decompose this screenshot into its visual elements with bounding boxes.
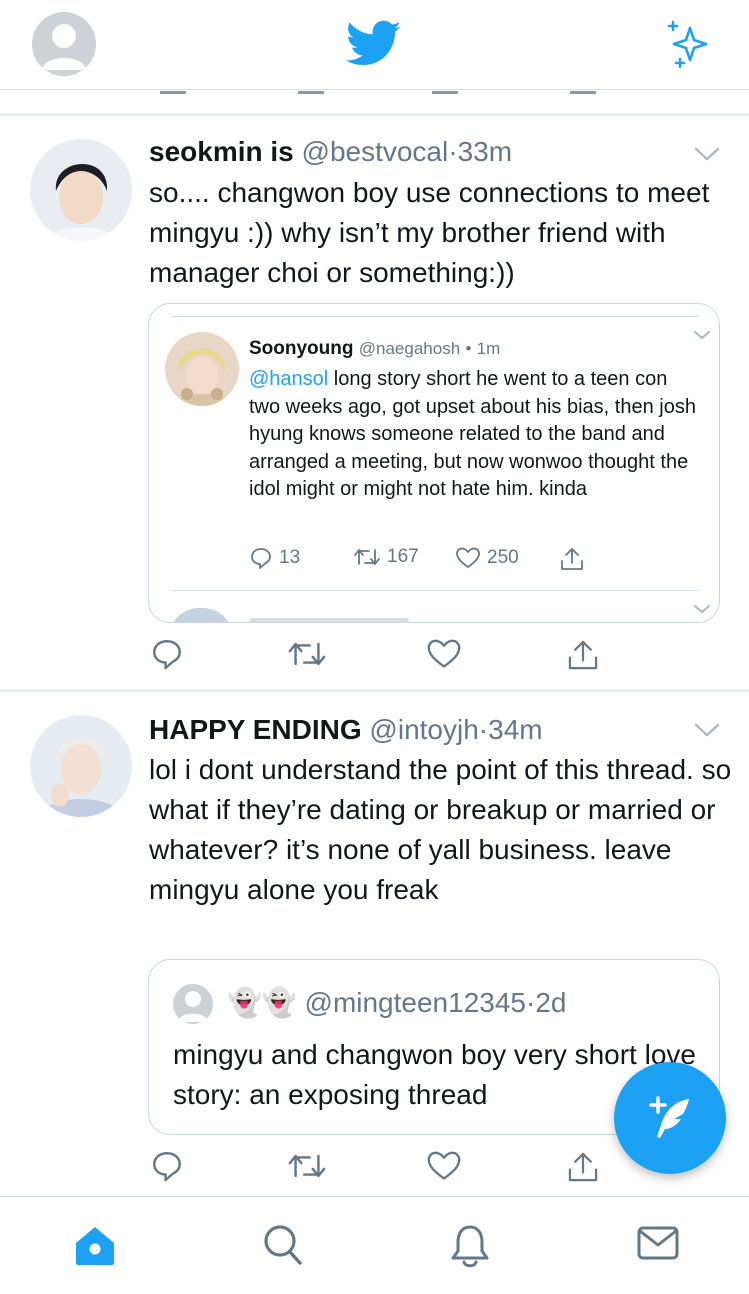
share-icon[interactable] [566,637,600,673]
messages-icon[interactable] [636,1223,680,1263]
display-name: Soonyoung [249,338,354,359]
compose-tweet-icon [649,1096,689,1138]
compose-tweet-button[interactable] [614,1062,726,1174]
avatar[interactable] [30,715,132,817]
mention-link: @hansol [249,368,329,390]
like-icon [456,547,480,568]
retweet-count-group: 167 [353,546,419,568]
chevron-down-icon [694,605,710,614]
search-icon[interactable] [262,1223,304,1267]
timestamp: 33m [457,136,513,167]
chevron-down-icon[interactable] [694,147,720,161]
handle: @naegahosh [358,339,461,358]
tweet-header: HAPPY ENDING @intoyjh·34m [149,713,543,747]
retweet-count: 167 [387,546,419,567]
default-avatar-icon [178,991,208,1022]
display-name[interactable]: HAPPY ENDING [149,714,362,745]
handle: @mingteen12345 [304,987,526,1018]
next-tweet-peek-avatar [169,608,233,622]
next-tweet-peek-text [249,618,409,622]
bottom-tab-bar [0,1196,749,1294]
timestamp: 2d [535,987,567,1018]
quoted-action-row: 13 167 250 [149,546,719,576]
separator: · [448,136,458,167]
divider [0,114,749,115]
reply-count: 13 [279,547,301,568]
handle[interactable]: @intoyjh [369,714,478,745]
handle[interactable]: @bestvocal [302,136,449,167]
reply-icon[interactable] [150,637,184,671]
quoted-text: @hansol long story short he went to a te… [249,366,699,504]
reply-icon[interactable] [150,1149,184,1183]
like-icon[interactable] [426,637,462,671]
tweet-header: seokmin is @bestvocal·33m [149,135,512,169]
previous-tweet-actions-peek [0,90,749,100]
timestamp: 1m [476,339,501,358]
top-header [0,0,749,90]
avatar[interactable] [30,139,132,241]
profile-avatar-button[interactable] [32,12,96,76]
notifications-icon[interactable] [450,1223,490,1269]
like-count: 250 [487,547,519,568]
divider [171,590,699,591]
chevron-down-icon [694,331,710,340]
like-count-group: 250 [455,546,519,570]
retweet-icon[interactable] [287,637,327,671]
timestamp: 34m [488,714,543,745]
tweet-text: so.... changwon boy use connections to m… [149,177,710,288]
avatar [165,332,239,406]
share-icon[interactable] [566,1149,600,1185]
reply-count-group: 13 [249,546,300,570]
retweet-icon [354,549,380,565]
twitter-bird-icon[interactable] [346,20,402,68]
ghost-emoji-name: 👻👻 [227,987,297,1018]
tweet-text: lol i dont understand the point of this … [149,754,732,905]
like-icon[interactable] [426,1149,462,1183]
avatar [173,984,213,1024]
divider [171,316,699,317]
tweet-actions [0,637,749,677]
share-group [559,546,585,572]
quoted-header: Soonyoung @naegahosh • 1m [249,338,500,360]
divider [0,690,749,691]
quoted-header: 👻👻 @mingteen12345·2d [227,986,566,1019]
chevron-down-icon[interactable] [694,723,720,737]
separator: · [478,714,489,745]
home-icon[interactable] [72,1223,118,1269]
default-avatar-icon [42,24,86,70]
reply-icon [251,548,271,569]
display-name[interactable]: seokmin is [149,136,294,167]
separator: • [465,339,472,358]
sparkle-timeline-icon[interactable] [664,20,712,70]
quoted-tweet[interactable]: Soonyoung @naegahosh • 1m @hansol long s… [148,303,720,623]
retweet-icon[interactable] [287,1149,327,1183]
share-icon [561,548,583,570]
separator: · [526,987,536,1018]
